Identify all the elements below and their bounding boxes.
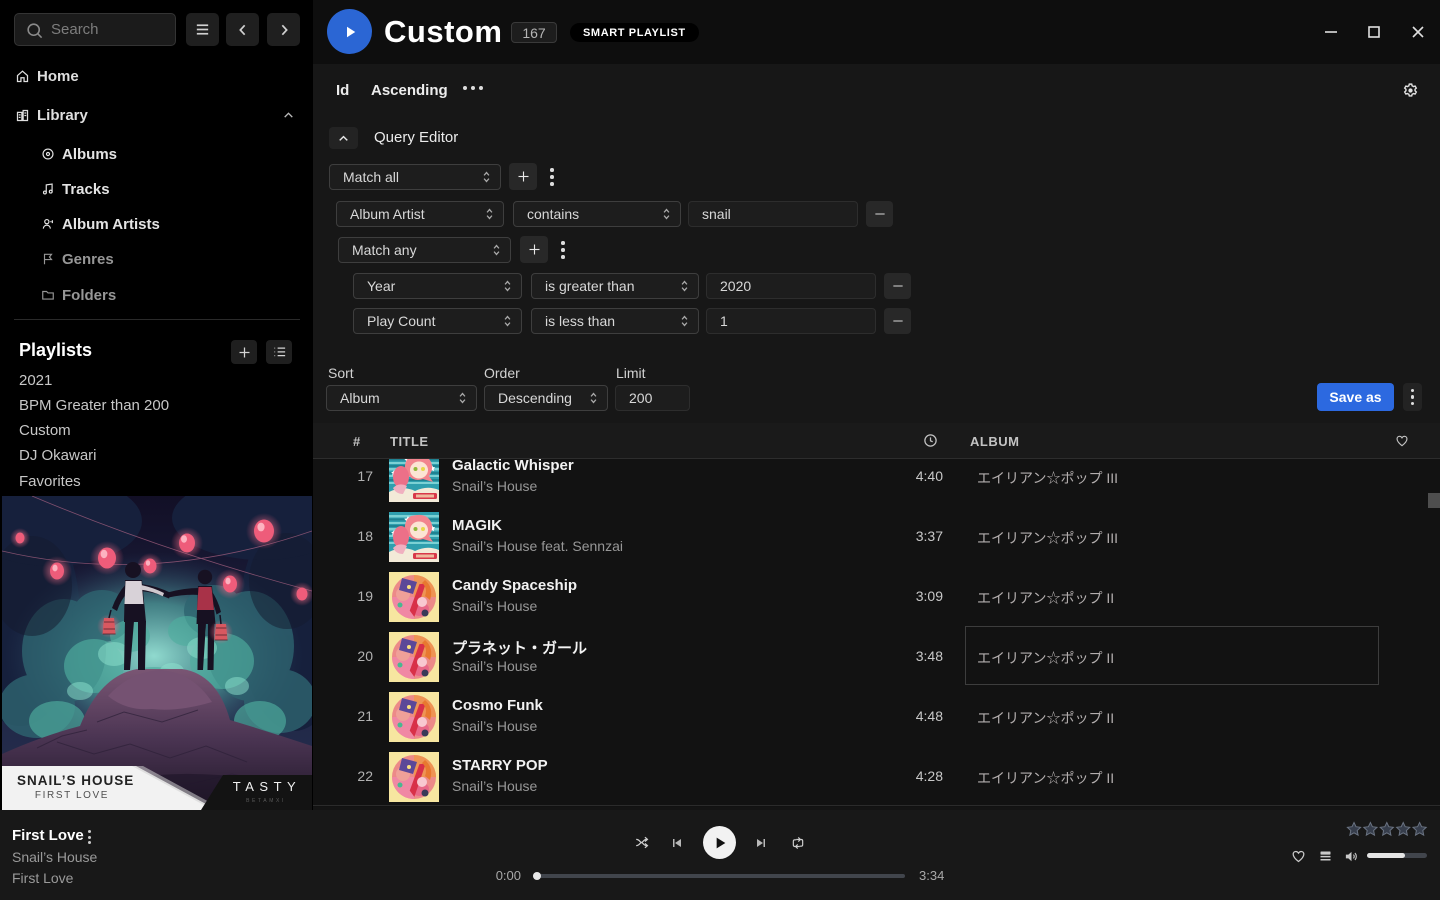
svg-text:FIRST LOVE: FIRST LOVE: [35, 790, 109, 801]
svg-text:SNAIL’S HOUSE: SNAIL’S HOUSE: [17, 773, 134, 788]
svg-text:BETAMXI: BETAMXI: [246, 798, 286, 804]
svg-text:TASTY: TASTY: [233, 779, 301, 794]
